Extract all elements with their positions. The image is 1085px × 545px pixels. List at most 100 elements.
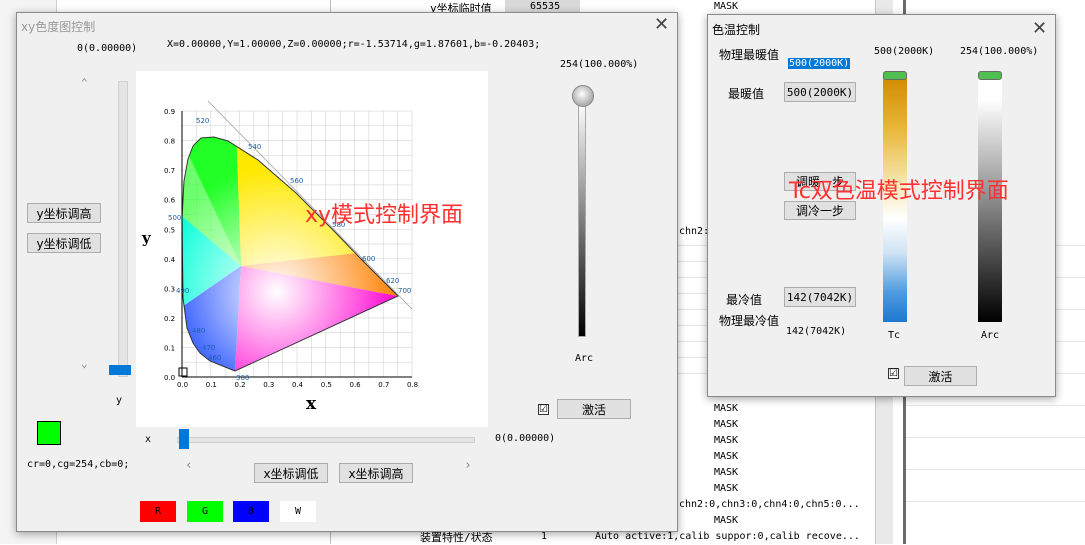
cie-chart-svg: 0.0 0.1 0.2 0.3 0.4 0.5 0.6 0.7 0.8 0.0 0.1 0.2 0.3 0… (141, 100, 418, 414)
x-readout: 0(0.00000) (495, 433, 556, 444)
arc-slider-thumb[interactable] (572, 85, 594, 107)
y-tick-label: 0.4 (164, 256, 176, 264)
tc-control-window: 色温控制 ✕ 物理最暖值 500(2000K) 500(2000K) 254(1… (707, 14, 1056, 397)
x-tick-label: 0.2 (235, 381, 246, 389)
y-slider-track[interactable] (118, 81, 128, 377)
blue-swatch-button[interactable]: B (233, 501, 269, 522)
x-slider-thumb[interactable] (179, 429, 189, 449)
y-tick-label: 0.8 (164, 138, 175, 146)
background-mask-cell: MASK (714, 419, 739, 430)
xy-mode-overlay-text: xy模式控制界面 (305, 203, 464, 228)
background-bottom-num: 1 (541, 531, 548, 542)
warm-label: 最暖值 (728, 87, 765, 101)
wavelength-label: 470 (202, 344, 215, 352)
x-up-button[interactable]: x坐标调高 (339, 463, 413, 483)
phys-warm-label: 物理最暖值 (719, 48, 780, 62)
tc-slider-thumb[interactable] (883, 71, 907, 80)
x-tick-label: 0.7 (378, 381, 389, 389)
y-tick-label: 0.6 (164, 197, 176, 205)
background-top-value: 65535 (530, 1, 561, 12)
white-swatch-button[interactable]: W (280, 501, 316, 522)
chart-cursor-marker (178, 367, 188, 377)
x-scroll-right-icon[interactable]: › (464, 458, 472, 473)
tc-activate-checkbox[interactable]: ☑ (888, 368, 899, 379)
tc-bar-label: Tc (888, 330, 901, 341)
y-scroll-down-icon[interactable]: ⌄ (81, 357, 88, 370)
wavelength-label: 520 (196, 117, 209, 125)
wavelength-label: 460 (208, 354, 221, 362)
y-tick-label: 0.1 (164, 344, 175, 352)
close-icon[interactable]: ✕ (1032, 20, 1047, 38)
y-tick-label: 0.2 (164, 315, 175, 323)
y-tick-label: 0.0 (164, 374, 175, 382)
wavelength-label: 560 (290, 177, 303, 185)
x-tick-label: 0.6 (350, 381, 362, 389)
xy-control-window: xy色度图控制 ✕ 0(0.00000) X=0.00000,Y=1.00000… (16, 12, 678, 532)
diagram-x-label: x (306, 394, 317, 414)
current-color-preview (37, 421, 61, 445)
arc-header-readout: 254(100.000%) (960, 46, 1039, 57)
wavelength-label: 600 (362, 255, 375, 263)
y-scroll-up-icon[interactable]: ⌃ (81, 76, 88, 89)
y-up-button[interactable]: y坐标调高 (27, 203, 101, 223)
y-tick-label: 0.3 (164, 285, 175, 293)
chromaticity-diagram[interactable]: 0.0 0.1 0.2 0.3 0.4 0.5 0.6 0.7 0.8 0.0 0.1 0.2 0.3 0… (136, 71, 488, 427)
background-gridline (906, 469, 1085, 470)
background-mask-cell: MASK (714, 515, 739, 526)
background-bottom-value: Auto active:1,calib suppor:0,calib recov… (595, 531, 860, 542)
tc-window-title: 色温控制 (712, 23, 761, 37)
background-mask-cell: MASK (714, 435, 739, 446)
warm-value-button[interactable]: 500(2000K) (784, 82, 856, 102)
tc-activate-button[interactable]: 激活 (904, 366, 977, 386)
phys-cold-value: 142(7042K) (786, 326, 847, 337)
background-mask-cell: MASK (714, 451, 739, 462)
xyz-readout: X=0.00000,Y=1.00000,Z=0.00000;r=-1.53714… (167, 39, 541, 50)
background-mask-cell: MASK (714, 467, 739, 478)
wavelength-label: 480 (192, 327, 205, 335)
arc-slider-label: Arc (575, 353, 594, 364)
red-swatch-button[interactable]: R (140, 501, 176, 522)
x-tick-label: 0.5 (321, 381, 332, 389)
tc-arc-slider-thumb[interactable] (978, 71, 1002, 80)
x-slider-label: x (145, 434, 152, 445)
wavelength-label: 620 (386, 277, 399, 285)
background-gridline (906, 501, 1085, 502)
arc-value-readout: 254(100.000%) (560, 59, 639, 70)
wavelength-label: 500 (168, 214, 181, 222)
x-tick-label: 0.0 (177, 381, 188, 389)
y-slider-thumb[interactable] (109, 365, 131, 375)
x-tick-label: 0.8 (407, 381, 418, 389)
background-gridline (906, 437, 1085, 438)
xy-window-title: xy色度图控制 (21, 20, 96, 34)
wavelength-label: 700 (398, 287, 411, 295)
close-icon[interactable]: ✕ (654, 16, 669, 34)
y-slider-label: y (116, 395, 123, 406)
tc-arc-bar-label: Arc (981, 330, 1000, 341)
background-gridline (906, 405, 1085, 406)
y-down-button[interactable]: y坐标调低 (27, 233, 101, 253)
x-scroll-left-icon[interactable]: ‹ (185, 458, 193, 473)
tc-header-readout: 500(2000K) (874, 46, 935, 57)
green-swatch-button[interactable]: G (187, 501, 223, 522)
y-tick-label: 0.9 (164, 108, 175, 116)
x-tick-label: 0.4 (292, 381, 304, 389)
activate-checkbox[interactable]: ☑ (538, 404, 549, 415)
y-readout-top: 0(0.00000) (77, 43, 138, 54)
background-chn-row: chn2:0,chn3:0,chn4:0,chn5:0... (679, 499, 860, 510)
x-slider-track[interactable] (177, 437, 475, 443)
background-chn-snippet: chn2: (679, 226, 710, 237)
background-mask-cell: MASK (714, 483, 739, 494)
wavelength-label: 490 (176, 287, 189, 295)
phys-warm-value[interactable]: 500(2000K) (788, 58, 851, 69)
cold-label: 最冷值 (726, 293, 763, 307)
wavelength-label: 380 (236, 374, 249, 382)
arc-slider-track[interactable] (578, 101, 586, 337)
x-down-button[interactable]: x坐标调低 (254, 463, 328, 483)
phys-cold-label: 物理最冷值 (719, 314, 780, 328)
activate-button[interactable]: 激活 (557, 399, 631, 419)
cold-value-button[interactable]: 142(7042K) (784, 287, 856, 307)
wavelength-label: 540 (248, 143, 261, 151)
x-tick-label: 0.1 (206, 381, 217, 389)
spectral-gamut (182, 137, 398, 371)
color-readout: cr=0,cg=254,cb=0; (27, 459, 130, 470)
